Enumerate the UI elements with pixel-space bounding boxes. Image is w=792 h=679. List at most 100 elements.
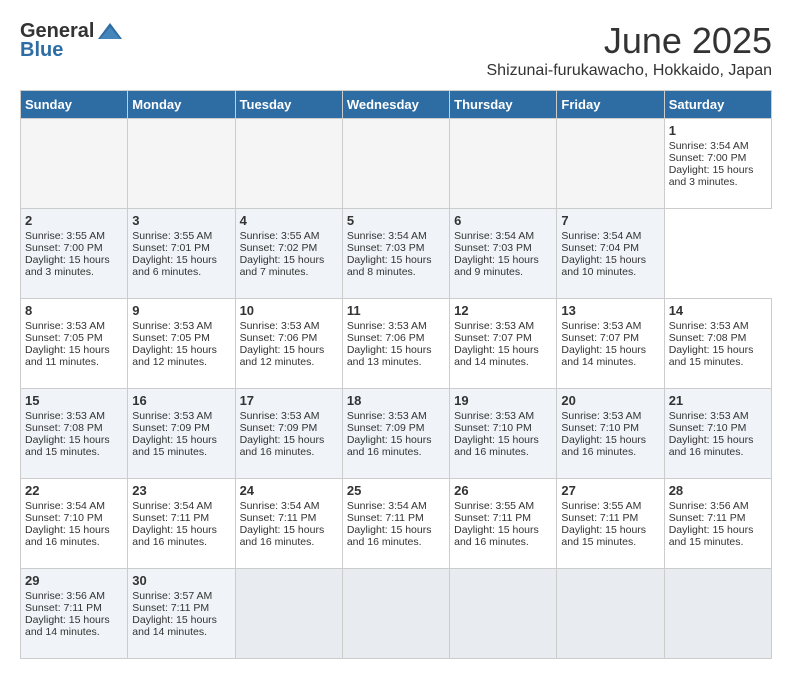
calendar-cell: 4Sunrise: 3:55 AMSunset: 7:02 PMDaylight… (235, 209, 342, 299)
day-info: Sunrise: 3:55 AM (240, 230, 338, 242)
day-number: 10 (240, 303, 338, 318)
day-info: Daylight: 15 hours (132, 524, 230, 536)
day-info: and 16 minutes. (561, 446, 659, 458)
calendar-row: 8 Sunrise: 3:53 AM Sunset: 7:05 PM Daylight… (21, 299, 772, 389)
calendar-cell: 28Sunrise: 3:56 AMSunset: 7:11 PMDayligh… (664, 479, 771, 569)
day-info: Sunset: 7:07 PM (454, 332, 552, 344)
day-info: Sunrise: 3:53 AM (454, 320, 552, 332)
day-number: 30 (132, 573, 230, 588)
day-info: Daylight: 15 hours (561, 524, 659, 536)
day-info: and 15 minutes. (669, 356, 767, 368)
calendar-cell (128, 119, 235, 209)
day-info: and 14 minutes. (25, 626, 123, 638)
day-info: Sunset: 7:08 PM (25, 422, 123, 434)
days-header-row: Sunday Monday Tuesday Wednesday Thursday… (21, 91, 772, 119)
day-info: and 6 minutes. (132, 266, 230, 278)
day-info: Sunrise: 3:56 AM (25, 590, 123, 602)
day-number: 4 (240, 213, 338, 228)
calendar-cell: 8Sunrise: 3:53 AMSunset: 7:05 PMDaylight… (21, 299, 128, 389)
day-info: Daylight: 15 hours (25, 614, 123, 626)
day-info: Sunrise: 3:53 AM (454, 410, 552, 422)
logo: General Blue (20, 20, 126, 62)
day-number: 3 (132, 213, 230, 228)
day-info: and 16 minutes. (669, 446, 767, 458)
day-info: Sunrise: 3:54 AM (454, 230, 552, 242)
day-info: Sunset: 7:06 PM (240, 332, 338, 344)
day-info: Daylight: 15 hours (454, 344, 552, 356)
day-number: 12 (454, 303, 552, 318)
day-info: Sunset: 7:08 PM (669, 332, 767, 344)
day-info: Daylight: 15 hours (132, 344, 230, 356)
day-info: and 14 minutes. (454, 356, 552, 368)
header-monday: Monday (128, 91, 235, 119)
day-info: and 16 minutes. (25, 536, 123, 548)
day-info: Daylight: 15 hours (669, 164, 767, 176)
day-info: Sunset: 7:06 PM (347, 332, 445, 344)
day-info: Sunset: 7:09 PM (347, 422, 445, 434)
header-thursday: Thursday (450, 91, 557, 119)
day-info: and 16 minutes. (240, 446, 338, 458)
day-info: Sunset: 7:05 PM (25, 332, 123, 344)
day-info: and 16 minutes. (454, 446, 552, 458)
day-info: and 14 minutes. (561, 356, 659, 368)
calendar-cell (664, 569, 771, 659)
day-info: Daylight: 15 hours (347, 344, 445, 356)
calendar-cell: 27Sunrise: 3:55 AMSunset: 7:11 PMDayligh… (557, 479, 664, 569)
day-info: and 16 minutes. (347, 446, 445, 458)
day-info: Sunrise: 3:54 AM (240, 500, 338, 512)
day-info: Daylight: 15 hours (669, 524, 767, 536)
calendar-cell: 29Sunrise: 3:56 AMSunset: 7:11 PMDayligh… (21, 569, 128, 659)
day-info: and 7 minutes. (240, 266, 338, 278)
day-number: 27 (561, 483, 659, 498)
day-info: Sunrise: 3:53 AM (132, 320, 230, 332)
day-number: 11 (347, 303, 445, 318)
page-header: General Blue June 2025 Shizunai-furukawa… (20, 20, 772, 80)
header-tuesday: Tuesday (235, 91, 342, 119)
day-info: Sunrise: 3:53 AM (132, 410, 230, 422)
day-info: Daylight: 15 hours (454, 254, 552, 266)
calendar-cell (342, 119, 449, 209)
day-info: Sunrise: 3:54 AM (669, 140, 767, 152)
day-number: 5 (347, 213, 445, 228)
day-info: Sunset: 7:11 PM (132, 602, 230, 614)
day-info: Sunrise: 3:54 AM (347, 500, 445, 512)
calendar-cell: 25Sunrise: 3:54 AMSunset: 7:11 PMDayligh… (342, 479, 449, 569)
day-info: and 9 minutes. (454, 266, 552, 278)
day-info: Sunset: 7:00 PM (25, 242, 123, 254)
day-info: Sunrise: 3:53 AM (669, 320, 767, 332)
day-info: Sunset: 7:10 PM (25, 512, 123, 524)
day-info: Sunset: 7:00 PM (669, 152, 767, 164)
day-info: Daylight: 15 hours (25, 254, 123, 266)
day-number: 8 (25, 303, 123, 318)
day-number: 20 (561, 393, 659, 408)
day-info: and 16 minutes. (240, 536, 338, 548)
calendar-cell: 16Sunrise: 3:53 AMSunset: 7:09 PMDayligh… (128, 389, 235, 479)
day-info: Daylight: 15 hours (561, 434, 659, 446)
day-info: Sunset: 7:10 PM (669, 422, 767, 434)
day-info: Sunrise: 3:55 AM (561, 500, 659, 512)
logo-icon (96, 21, 124, 43)
calendar-cell: 5Sunrise: 3:54 AMSunset: 7:03 PMDaylight… (342, 209, 449, 299)
day-info: Daylight: 15 hours (132, 434, 230, 446)
day-info: and 13 minutes. (347, 356, 445, 368)
day-info: and 14 minutes. (132, 626, 230, 638)
calendar-cell (21, 119, 128, 209)
day-number: 23 (132, 483, 230, 498)
day-info: Sunset: 7:10 PM (561, 422, 659, 434)
day-info: Sunset: 7:02 PM (240, 242, 338, 254)
day-info: Sunrise: 3:55 AM (25, 230, 123, 242)
logo-text-blue: Blue (20, 39, 63, 62)
day-info: and 12 minutes. (240, 356, 338, 368)
day-info: Sunrise: 3:53 AM (347, 320, 445, 332)
day-info: Daylight: 15 hours (347, 254, 445, 266)
day-number: 6 (454, 213, 552, 228)
calendar-cell (557, 119, 664, 209)
day-info: Sunrise: 3:54 AM (132, 500, 230, 512)
day-info: Sunset: 7:11 PM (240, 512, 338, 524)
day-info: and 10 minutes. (561, 266, 659, 278)
day-info: and 3 minutes. (25, 266, 123, 278)
day-info: Daylight: 15 hours (347, 434, 445, 446)
calendar-cell: 2Sunrise: 3:55 AMSunset: 7:00 PMDaylight… (21, 209, 128, 299)
title-area: June 2025 Shizunai-furukawacho, Hokkaido… (487, 20, 773, 80)
day-info: Sunrise: 3:57 AM (132, 590, 230, 602)
